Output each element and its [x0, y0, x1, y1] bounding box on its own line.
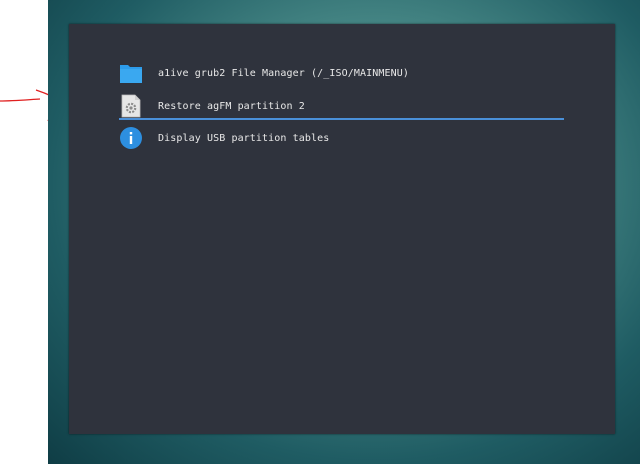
annotation-margin	[0, 0, 48, 464]
menu-item-restore-partition[interactable]: Restore agFM partition 2	[119, 92, 564, 120]
menu-item-partition-tables[interactable]: Display USB partition tables	[119, 124, 564, 152]
settings-file-icon	[119, 94, 143, 118]
menu-item-label: Display USB partition tables	[158, 132, 330, 144]
menu-item-file-manager[interactable]: a1ive grub2 File Manager (/_ISO/MAINMENU…	[119, 59, 564, 87]
info-icon	[119, 126, 143, 150]
selection-highlight	[119, 118, 564, 120]
folder-icon	[119, 61, 143, 85]
menu-item-label: a1ive grub2 File Manager (/_ISO/MAINMENU…	[158, 67, 409, 79]
menu-item-label: Restore agFM partition 2	[158, 100, 305, 112]
